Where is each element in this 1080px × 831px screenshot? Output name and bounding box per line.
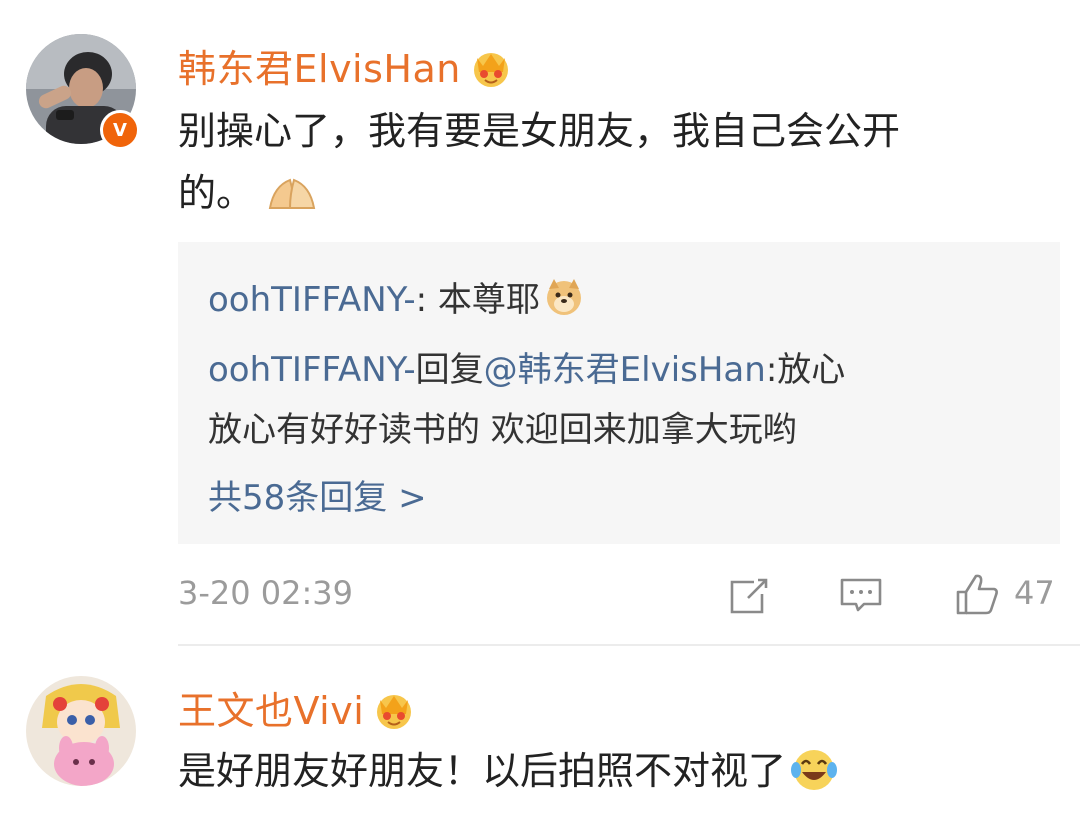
divider bbox=[178, 644, 1080, 646]
reply-text-cont: 放心有好好读书的 欢迎回来加拿大玩哟 bbox=[208, 402, 797, 451]
comment-username-text[interactable]: 王文也Vivi bbox=[178, 689, 364, 733]
reply-text: 本尊耶 bbox=[437, 280, 540, 320]
comment-text-cont: 的。 bbox=[178, 162, 320, 232]
verified-badge-icon: V bbox=[100, 110, 140, 150]
share-icon[interactable] bbox=[728, 576, 770, 620]
comment-username-text[interactable]: 韩东君ElvisHan bbox=[178, 47, 461, 91]
comment-text: 是好朋友好朋友！以后拍照不对视了 bbox=[178, 740, 838, 810]
comment-timestamp: 3-20 02:39 bbox=[178, 574, 354, 612]
doge-icon bbox=[544, 277, 584, 326]
like-count: 47 bbox=[1014, 574, 1055, 612]
like-icon[interactable] bbox=[954, 572, 1000, 620]
reply-item[interactable]: oohTIFFANY-: 本尊耶 bbox=[208, 272, 584, 326]
reply-username[interactable]: oohTIFFANY- bbox=[208, 280, 416, 320]
comment-username[interactable]: 韩东君ElvisHan bbox=[178, 38, 513, 97]
vip-crown-icon bbox=[372, 690, 416, 739]
comment-text: 别操心了，我有要是女朋友，我自己会公开 bbox=[178, 100, 900, 162]
pray-icon bbox=[264, 170, 320, 232]
reply-mention[interactable]: @韩东君ElvisHan bbox=[484, 350, 766, 390]
reply-username[interactable]: oohTIFFANY- bbox=[208, 350, 416, 390]
comment-icon[interactable] bbox=[838, 576, 884, 620]
comment-feed: V 韩东君ElvisHan 别操心了，我有要是女朋友，我自己会公开 的。 ooh… bbox=[0, 0, 1080, 831]
comment-username[interactable]: 王文也Vivi bbox=[178, 680, 416, 739]
reply-text-line2: 放心有好好读书的 欢迎回来加拿大玩哟 bbox=[208, 410, 797, 450]
laugh-cry-icon bbox=[790, 746, 838, 810]
more-replies-link[interactable]: 共58条回复 > bbox=[208, 470, 427, 519]
reply-word: 回复 bbox=[415, 350, 484, 390]
reply-text-line1: 放心 bbox=[777, 350, 846, 390]
comment-text-line1: 别操心了，我有要是女朋友，我自己会公开 bbox=[178, 109, 901, 153]
comment-text-line2: 的。 bbox=[178, 171, 255, 215]
comment-text-line1: 是好朋友好朋友！以后拍照不对视了 bbox=[178, 749, 787, 793]
reply-item[interactable]: oohTIFFANY-回复@韩东君ElvisHan:放心 bbox=[208, 342, 845, 391]
vip-crown-icon bbox=[469, 48, 513, 97]
reply-colon: : bbox=[765, 350, 778, 390]
reply-box[interactable]: oohTIFFANY-: 本尊耶 oohTIFFANY-回复@韩东君ElvisH… bbox=[178, 242, 1060, 544]
reply-separator: : bbox=[415, 280, 438, 320]
avatar[interactable] bbox=[26, 676, 136, 786]
